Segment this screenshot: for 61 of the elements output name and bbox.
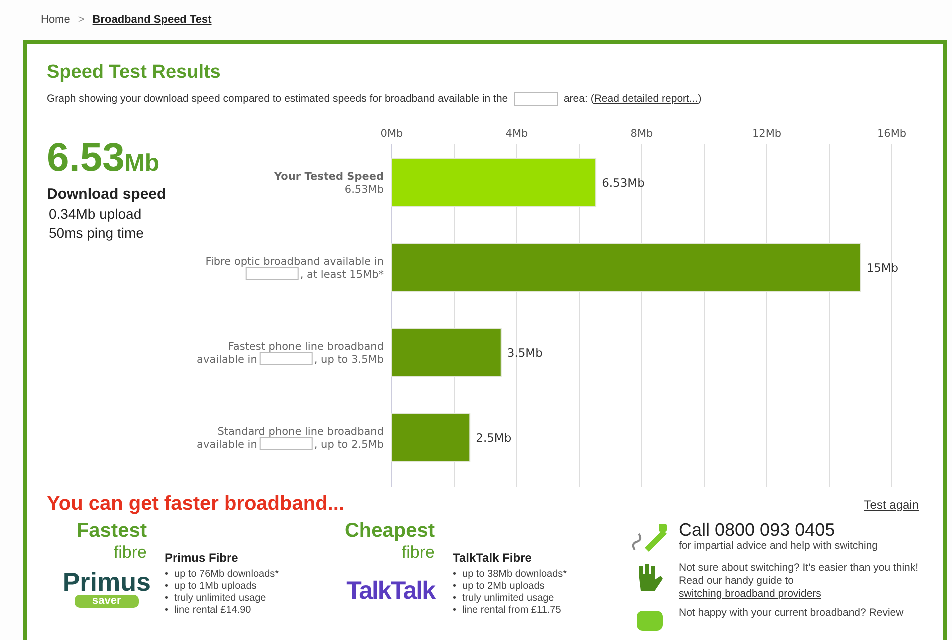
bar-value-label: 2.5Mb	[476, 431, 512, 445]
category-sublabel: 6.53Mb	[344, 184, 384, 196]
offer-subheading: fibre	[402, 543, 435, 563]
offer-feature: up to 76Mb downloads*	[174, 569, 280, 581]
upload-speed: 0.34Mb upload	[48, 206, 143, 222]
offer-feature: truly unlimited usage	[174, 593, 266, 605]
ping-time: 50ms ping time	[48, 225, 145, 241]
category-sublabel: , at least 15Mb*	[300, 269, 384, 281]
category-label: Fibre optic broadband available in	[206, 256, 384, 268]
category-sublabel: , up to 3.5Mb	[314, 354, 384, 366]
graph-description: Graph showing your download speed compared to estimated speeds for broadband available in the area: (Read detailed report...)	[47, 92, 703, 106]
bullet-mark: •	[165, 581, 169, 593]
breadcrumb-separator: >	[78, 14, 85, 26]
help-text: for impartial advice and help with switching	[679, 540, 880, 553]
bullet-mark: •	[165, 593, 169, 605]
offer-subheading: fibre	[114, 543, 147, 563]
bar-value-label: 6.53Mb	[602, 176, 645, 190]
breadcrumb-link[interactable]: Home	[41, 14, 70, 26]
offer-feature: up to 2Mb uploads	[462, 581, 545, 593]
category-label: Standard phone line broadband	[218, 426, 384, 438]
test-again-link[interactable]: Test again	[864, 498, 919, 512]
category-label: Fastest phone line broadband	[228, 341, 384, 353]
report-link[interactable]: Read detailed report...	[594, 92, 698, 105]
offer-feature: truly unlimited usage	[462, 593, 554, 605]
bullet-mark: •	[453, 581, 457, 593]
bar-value-label: 15Mb	[866, 261, 899, 275]
category-sublabel: available in	[197, 439, 258, 451]
offer-name: Primus Fibre	[165, 551, 240, 565]
promo-heading: You can get faster broadband...	[47, 493, 344, 516]
offer-heading: Fastest	[76, 520, 147, 543]
offer-feature: line rental £14.90	[174, 605, 252, 617]
bullet-mark: •	[165, 569, 169, 581]
axis-tick-label: 16Mb	[877, 128, 907, 140]
guide-link[interactable]: switching broadband providers	[679, 588, 822, 600]
offer-heading: Cheapest	[344, 520, 435, 543]
phone-number: Call 0800 093 0405	[679, 520, 836, 540]
axis-tick-label: 4Mb	[506, 128, 528, 140]
logo-text: TalkTalk	[346, 577, 435, 606]
bullet-mark: •	[453, 593, 457, 605]
axis-tick-label: 8Mb	[630, 128, 654, 140]
axis-tick-label: 0Mb	[380, 128, 404, 140]
download-speed-value: 6.53Mb	[47, 138, 161, 182]
bullet-mark: •	[165, 605, 169, 617]
logo-tag: saver	[74, 595, 140, 608]
category-label: Your Tested Speed	[274, 171, 384, 183]
bar-value-label: 3.5Mb	[507, 346, 543, 360]
offer-name: TalkTalk Fibre	[453, 551, 533, 565]
offer-feature: up to 38Mb downloads*	[462, 569, 568, 581]
bullet-mark: •	[453, 605, 457, 617]
download-label: Download speed	[47, 186, 168, 203]
breadcrumb-link[interactable]: Broadband Speed Test	[92, 14, 212, 26]
bullet-mark: •	[453, 569, 457, 581]
offer-feature: line rental from £11.75	[462, 605, 562, 617]
help-text: Not sure about switching? It's easier than you think! Read our handy guide to switching broadband providers	[679, 562, 919, 601]
category-sublabel: , up to 2.5Mb	[314, 439, 384, 451]
logo-text: Primus	[62, 569, 151, 595]
help-text: Not happy with your current broadband? Review	[679, 607, 905, 620]
category-sublabel: available in	[197, 354, 258, 366]
axis-tick-label: 12Mb	[752, 128, 782, 140]
offer-feature: up to 1Mb uploads	[174, 581, 257, 593]
section-title: Speed Test Results	[47, 62, 222, 84]
